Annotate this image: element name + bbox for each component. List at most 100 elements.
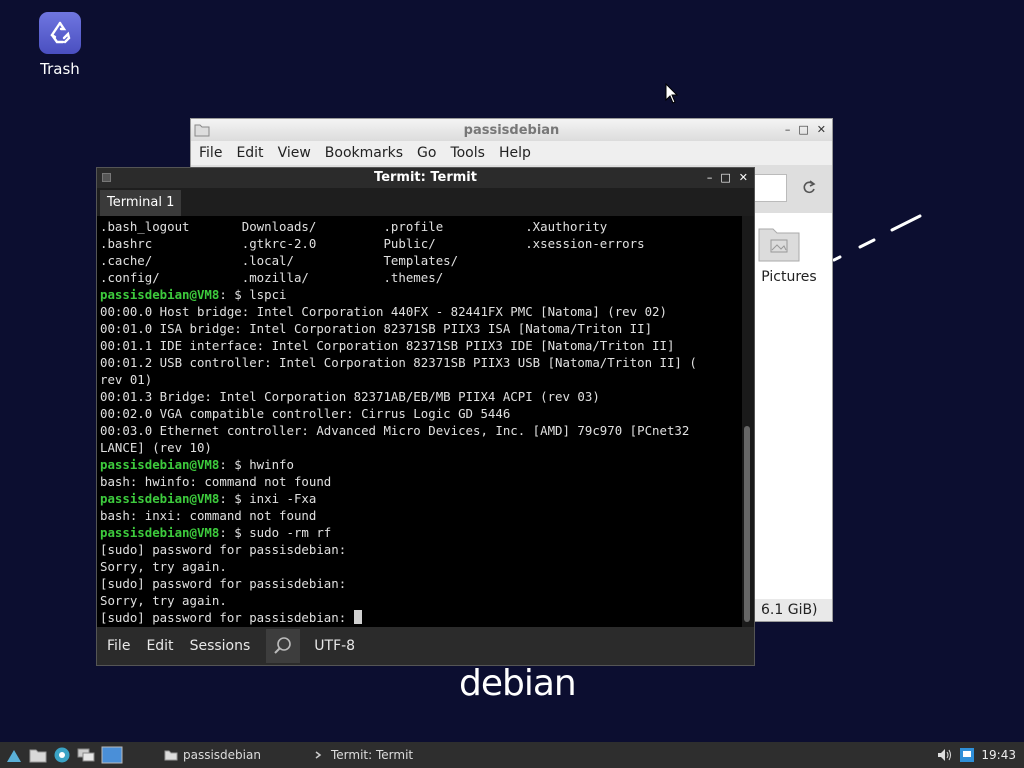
shell-prompt: passisdebian@VM8 bbox=[100, 491, 220, 506]
terminal-line: 00:00.0 Host bridge: Intel Corporation 4… bbox=[100, 303, 742, 320]
mouse-cursor-icon bbox=[665, 83, 679, 104]
task-file-manager[interactable]: passisdebian bbox=[158, 743, 267, 767]
start-menu-icon bbox=[7, 750, 21, 762]
fm-menu-go[interactable]: Go bbox=[417, 145, 436, 161]
term-menu-sessions[interactable]: Sessions bbox=[190, 638, 251, 654]
terminal-line: 00:01.1 IDE interface: Intel Corporation… bbox=[100, 337, 742, 354]
terminal-output[interactable]: .bash_logout Downloads/ .profile .Xautho… bbox=[97, 216, 742, 628]
terminal-line-text: : $ sudo -rm rf bbox=[219, 525, 332, 540]
trash-icon bbox=[39, 12, 81, 54]
term-menu-edit[interactable]: Edit bbox=[146, 638, 173, 654]
terminal-tabbar: Terminal 1 bbox=[97, 188, 754, 216]
terminal-line: [sudo] password for passisdebian: bbox=[100, 609, 742, 626]
terminal-window[interactable]: Termit: Termit – □ ✕ Terminal 1 .bash_lo… bbox=[96, 167, 755, 666]
task-label: Termit: Termit bbox=[331, 748, 414, 762]
terminal-line: passisdebian@VM8: $ sudo -rm rf bbox=[100, 524, 742, 541]
terminal-line-text: [sudo] password for passisdebian: bbox=[100, 542, 347, 557]
tab-terminal-1[interactable]: Terminal 1 bbox=[100, 190, 182, 216]
debian-logo: debian bbox=[459, 663, 577, 704]
network-icon[interactable] bbox=[959, 747, 975, 763]
volume-icon[interactable] bbox=[937, 748, 953, 762]
fm-menu-help[interactable]: Help bbox=[499, 145, 531, 161]
task-terminal[interactable]: Termit: Termit bbox=[308, 743, 419, 767]
launcher-desktop[interactable] bbox=[100, 745, 124, 765]
search-button[interactable] bbox=[266, 629, 301, 663]
windows-icon bbox=[77, 748, 95, 762]
terminal-line-text: 00:01.2 USB controller: Intel Corporatio… bbox=[100, 355, 697, 370]
folder-icon bbox=[164, 750, 178, 761]
file-manager-titlebar[interactable]: passisdebian – □ ✕ bbox=[191, 119, 832, 141]
terminal-line-text: [sudo] password for passisdebian: bbox=[100, 610, 354, 625]
minimize-button[interactable]: – bbox=[707, 168, 713, 188]
terminal-line-text: 00:02.0 VGA compatible controller: Cirru… bbox=[100, 406, 511, 421]
terminal-line: passisdebian@VM8: $ inxi -Fxa bbox=[100, 490, 742, 507]
close-button[interactable]: ✕ bbox=[817, 119, 826, 141]
terminal-line-text: .bash_logout Downloads/ .profile .Xautho… bbox=[100, 219, 608, 234]
terminal-line: LANCE] (rev 10) bbox=[100, 439, 742, 456]
terminal-line: 00:03.0 Ethernet controller: Advanced Mi… bbox=[100, 422, 742, 439]
terminal-line-text: 00:00.0 Host bridge: Intel Corporation 4… bbox=[100, 304, 667, 319]
terminal-line-text: bash: inxi: command not found bbox=[100, 508, 317, 523]
fm-menu-tools[interactable]: Tools bbox=[450, 145, 485, 161]
terminal-line-text: 00:01.1 IDE interface: Intel Corporation… bbox=[100, 338, 675, 353]
terminal-line: .bash_logout Downloads/ .profile .Xautho… bbox=[100, 218, 742, 235]
terminal-line: Sorry, try again. bbox=[100, 558, 742, 575]
terminal-line-text: Sorry, try again. bbox=[100, 559, 227, 574]
task-label: passisdebian bbox=[183, 748, 261, 762]
terminal-line: [sudo] password for passisdebian: bbox=[100, 575, 742, 592]
terminal-scrollbar[interactable] bbox=[742, 216, 754, 628]
file-manager-title: passisdebian bbox=[463, 122, 560, 138]
minimize-button[interactable]: – bbox=[785, 119, 791, 141]
terminal-line-text: 00:03.0 Ethernet controller: Advanced Mi… bbox=[100, 423, 690, 438]
launcher-browser[interactable] bbox=[52, 745, 72, 765]
search-icon bbox=[274, 637, 292, 654]
terminal-line: .cache/ .local/ Templates/ bbox=[100, 252, 742, 269]
terminal-line: 00:01.3 Bridge: Intel Corporation 82371A… bbox=[100, 388, 742, 405]
pictures-folder-icon bbox=[758, 228, 800, 262]
launcher-windows[interactable] bbox=[76, 745, 96, 765]
file-manager-menubar: File Edit View Bookmarks Go Tools Help bbox=[191, 141, 832, 165]
folder-pictures[interactable]: Pictures bbox=[745, 223, 833, 285]
terminal-line: .bashrc .gtkrc-2.0 Public/ .xsession-err… bbox=[100, 235, 742, 252]
text-cursor bbox=[353, 610, 362, 624]
terminal-line: passisdebian@VM8: $ hwinfo bbox=[100, 456, 742, 473]
terminal-icon bbox=[315, 751, 322, 759]
desktop-trash[interactable]: Trash bbox=[28, 10, 92, 78]
trash-label: Trash bbox=[40, 60, 80, 78]
browser-icon bbox=[54, 747, 70, 763]
terminal-title: Termit: Termit bbox=[374, 170, 477, 185]
folder-pictures-label: Pictures bbox=[761, 269, 817, 285]
taskbar: passisdebian Termit: Termit 19:43 bbox=[0, 742, 1024, 768]
reload-icon[interactable] bbox=[801, 179, 817, 195]
terminal-line: [sudo] password for passisdebian: bbox=[100, 541, 742, 558]
terminal-line: 00:01.2 USB controller: Intel Corporatio… bbox=[100, 354, 742, 371]
launcher-files[interactable] bbox=[28, 745, 48, 765]
start-menu-button[interactable] bbox=[4, 745, 24, 765]
terminal-line-text: rev 01) bbox=[100, 372, 153, 387]
clock[interactable]: 19:43 bbox=[981, 748, 1016, 762]
wallpaper-swirl bbox=[832, 214, 922, 262]
fm-menu-view[interactable]: View bbox=[278, 145, 311, 161]
encoding-label[interactable]: UTF-8 bbox=[314, 638, 355, 654]
maximize-button[interactable]: □ bbox=[798, 119, 808, 141]
terminal-titlebar[interactable]: Termit: Termit – □ ✕ bbox=[97, 168, 754, 188]
shell-prompt: passisdebian@VM8 bbox=[100, 457, 220, 472]
scrollbar-thumb[interactable] bbox=[744, 426, 750, 622]
terminal-line-text: 00:01.3 Bridge: Intel Corporation 82371A… bbox=[100, 389, 600, 404]
terminal-line-text: [sudo] password for passisdebian: bbox=[100, 576, 347, 591]
term-menu-file[interactable]: File bbox=[107, 638, 130, 654]
fm-menu-edit[interactable]: Edit bbox=[236, 145, 263, 161]
terminal-menubar: File Edit Sessions UTF-8 bbox=[97, 627, 754, 665]
terminal-line-text: : $ hwinfo bbox=[219, 457, 294, 472]
desktop-icon bbox=[101, 746, 123, 764]
fm-menu-file[interactable]: File bbox=[199, 145, 222, 161]
terminal-line-text: : $ lspci bbox=[219, 287, 287, 302]
maximize-button[interactable]: □ bbox=[720, 168, 730, 188]
terminal-line-text: .bashrc .gtkrc-2.0 Public/ .xsession-err… bbox=[100, 236, 645, 251]
shell-prompt: passisdebian@VM8 bbox=[100, 525, 220, 540]
terminal-line: passisdebian@VM8: $ lspci bbox=[100, 286, 742, 303]
shell-prompt: passisdebian@VM8 bbox=[100, 287, 220, 302]
terminal-line: 00:02.0 VGA compatible controller: Cirru… bbox=[100, 405, 742, 422]
close-button[interactable]: ✕ bbox=[739, 168, 748, 188]
fm-menu-bookmarks[interactable]: Bookmarks bbox=[325, 145, 403, 161]
